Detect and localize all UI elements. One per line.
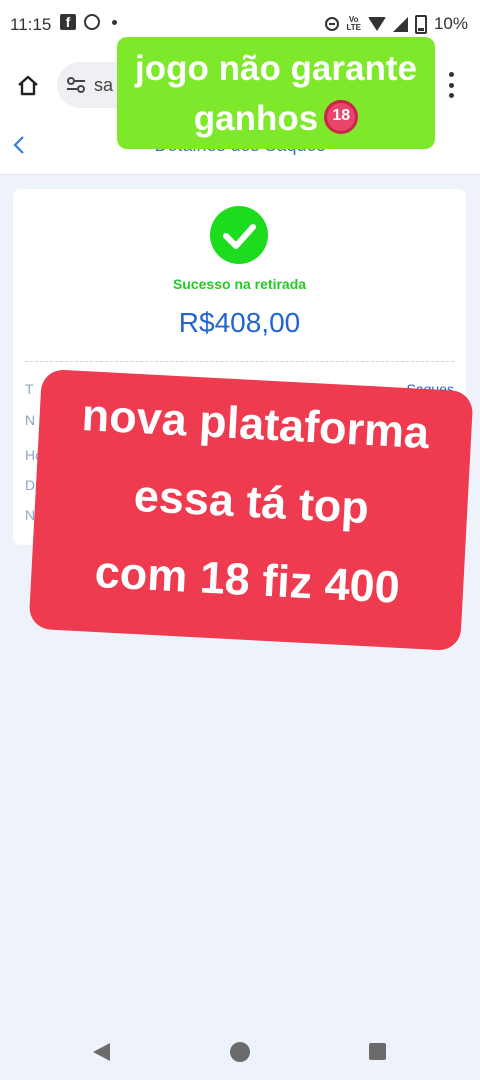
age-18-icon [324, 100, 359, 134]
detail-label: T [25, 381, 34, 397]
sticker-line: jogo não garante [135, 49, 417, 88]
home-icon[interactable] [17, 74, 39, 96]
battery-percent: 10% [433, 14, 468, 33]
site-settings-icon[interactable] [66, 76, 86, 94]
dnd-icon [325, 17, 340, 31]
promo-sticker: nova plataforma essa tá top com 18 fiz 4… [28, 368, 474, 652]
success-check-icon [210, 206, 268, 264]
signal-icon [392, 16, 408, 32]
status-time: 11:15 [10, 15, 52, 34]
notification-dot-icon [112, 19, 117, 25]
battery-icon [414, 14, 427, 34]
system-nav-bar [0, 1020, 480, 1080]
volte-label-bottom: LTE [346, 23, 361, 32]
nav-back-icon[interactable] [93, 1043, 110, 1061]
facebook-icon: f [60, 14, 76, 30]
wifi-icon [367, 17, 386, 31]
menu-icon[interactable] [448, 72, 454, 98]
divider [25, 361, 454, 362]
system-icons: Vo LTE 10% [325, 14, 468, 34]
detail-label: N [25, 412, 36, 428]
url-text[interactable]: sa [94, 75, 113, 96]
sticker-text: ganhos [193, 99, 319, 138]
nav-home-icon[interactable] [230, 1042, 250, 1062]
withdrawal-amount: R$408,00 [178, 307, 301, 338]
disclaimer-sticker: jogo não garante ganhos [117, 37, 435, 149]
whatsapp-icon [84, 14, 100, 30]
sticker-line: ganhos [117, 99, 435, 139]
notification-icons: f [60, 14, 117, 30]
nav-recent-icon[interactable] [369, 1043, 386, 1060]
volte-icon: Vo LTE [346, 16, 361, 32]
status-label: Sucesso na retirada [172, 276, 307, 292]
